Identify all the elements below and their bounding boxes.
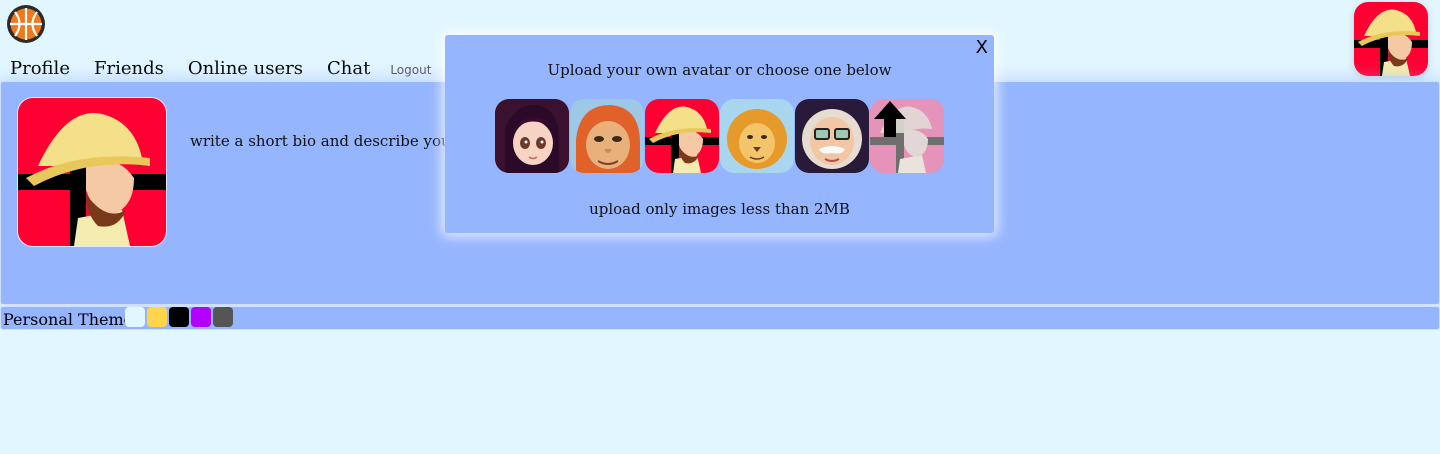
nav-friends[interactable]: Friends — [94, 58, 164, 79]
current-user-avatar[interactable] — [1354, 2, 1428, 76]
close-button[interactable]: X — [976, 37, 988, 58]
theme-swatch-yellow[interactable] — [147, 307, 167, 327]
avatar-choice-old-man-glasses[interactable] — [795, 99, 869, 173]
theme-bar: Personal Theme — [0, 306, 1440, 330]
theme-swatch-light-blue[interactable] — [125, 307, 145, 327]
avatar-choice-girl[interactable] — [495, 99, 569, 173]
nav-online-users[interactable]: Online users — [188, 58, 303, 79]
avatar-choice-old-woman[interactable] — [570, 99, 644, 173]
theme-swatch-purple[interactable] — [191, 307, 211, 327]
logout-link[interactable]: Logout — [390, 63, 431, 77]
avatar-choice-upload[interactable] — [870, 99, 944, 173]
avatar-modal: X Upload your own avatar or choose one b… — [445, 35, 994, 233]
avatar-choice-explorer[interactable] — [645, 99, 719, 173]
bio-text[interactable]: write a short bio and describe yourself — [190, 132, 446, 150]
nav-profile[interactable]: Profile — [10, 58, 70, 79]
theme-swatch-gray[interactable] — [213, 307, 233, 327]
theme-swatches — [125, 307, 233, 327]
avatar-choice-lion[interactable] — [720, 99, 794, 173]
nav-chat[interactable]: Chat — [327, 58, 370, 79]
modal-title: Upload your own avatar or choose one bel… — [547, 61, 892, 79]
upload-size-note: upload only images less than 2MB — [589, 200, 850, 218]
profile-avatar[interactable] — [17, 97, 167, 247]
avatar-choices — [495, 99, 945, 173]
theme-swatch-black[interactable] — [169, 307, 189, 327]
logo-icon[interactable] — [6, 4, 46, 44]
theme-label: Personal Theme — [3, 310, 134, 329]
main-nav: Profile Friends Online users Chat Logout — [10, 58, 455, 79]
